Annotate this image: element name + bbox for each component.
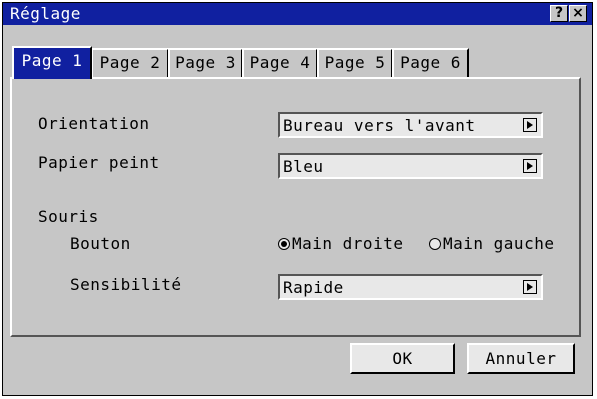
- close-button[interactable]: ×: [569, 5, 587, 22]
- radio-right-hand-label: Main droite: [292, 234, 404, 253]
- mouse-button-label: Bouton: [70, 234, 131, 253]
- radio-left-hand[interactable]: Main gauche: [429, 234, 554, 253]
- tab-page-1[interactable]: Page 1: [12, 46, 92, 79]
- wallpaper-select[interactable]: Bleu: [278, 153, 543, 179]
- dialog-title: Réglage: [10, 4, 81, 23]
- radio-selected-icon: [278, 238, 290, 250]
- orientation-value: Bureau vers l'avant: [283, 116, 476, 135]
- tab-page-5[interactable]: Page 5: [317, 48, 393, 78]
- dropdown-arrow-icon[interactable]: [523, 118, 537, 132]
- sensitivity-select[interactable]: Rapide: [278, 274, 543, 300]
- settings-panel: Orientation Bureau vers l'avant Papier p…: [10, 77, 581, 337]
- cancel-button[interactable]: Annuler: [467, 343, 575, 374]
- wallpaper-label: Papier peint: [38, 153, 160, 172]
- orientation-select[interactable]: Bureau vers l'avant: [278, 112, 543, 138]
- sensitivity-value: Rapide: [283, 278, 344, 297]
- help-button[interactable]: ?: [550, 5, 568, 22]
- mouse-label: Souris: [38, 207, 99, 226]
- orientation-label: Orientation: [38, 114, 150, 133]
- tab-page-3[interactable]: Page 3: [168, 48, 243, 78]
- radio-left-hand-label: Main gauche: [443, 234, 555, 253]
- radio-right-hand[interactable]: Main droite: [278, 234, 403, 253]
- dropdown-arrow-icon[interactable]: [523, 159, 537, 173]
- title-bar: Réglage ? ×: [3, 3, 592, 25]
- sensitivity-label: Sensibilité: [70, 275, 182, 294]
- radio-unselected-icon: [429, 238, 441, 250]
- dropdown-arrow-icon[interactable]: [523, 280, 537, 294]
- tab-page-4[interactable]: Page 4: [242, 48, 318, 78]
- ok-button[interactable]: OK: [350, 343, 455, 374]
- wallpaper-value: Bleu: [283, 157, 324, 176]
- tab-page-6[interactable]: Page 6: [392, 48, 469, 78]
- tab-page-2[interactable]: Page 2: [91, 48, 169, 78]
